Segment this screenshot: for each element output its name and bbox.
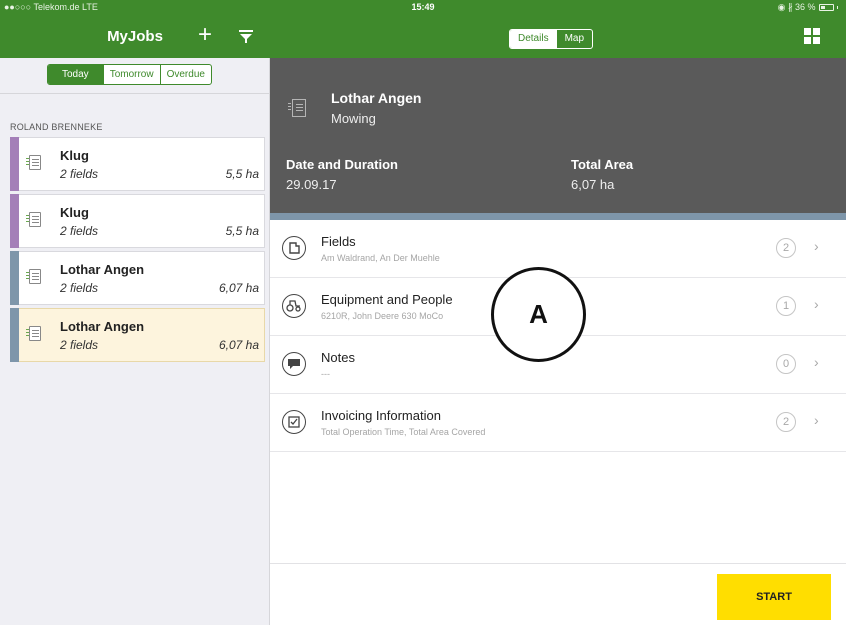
battery-label: ◉ ∦ 36 %	[777, 2, 816, 12]
clock: 15:49	[411, 2, 435, 12]
job-fields: 2 fields	[60, 167, 99, 181]
job-name: Lothar Angen	[60, 319, 145, 334]
chevron-right-icon: ›	[814, 354, 819, 370]
row-title: Notes	[321, 350, 355, 365]
row-subtitle: Total Operation Time, Total Area Covered	[321, 427, 486, 437]
row-title: Invoicing Information	[321, 408, 441, 423]
fields-row[interactable]: Fields Am Waldrand, An Der Muehle 2 ›	[270, 220, 846, 278]
job-color-stripe	[10, 137, 19, 191]
job-area: 5,5 ha	[225, 167, 259, 181]
job-fields: 2 fields	[60, 338, 99, 352]
job-name: Klug	[60, 205, 89, 220]
total-area-value: 6,07 ha	[571, 177, 615, 192]
left-nav-bar: MyJobs +	[0, 14, 270, 58]
status-bar: ●●○○○ Telekom.de LTE 15:49 ◉ ∦ 36 %	[0, 0, 846, 14]
document-icon	[26, 155, 41, 170]
row-subtitle: 6210R, John Deere 630 MoCo	[321, 311, 444, 321]
day-segmented-control: Today Tomorrow Overdue	[47, 64, 212, 85]
date-duration-value: 29.09.17	[286, 177, 337, 192]
job-name: Klug	[60, 148, 89, 163]
row-subtitle: ---	[321, 369, 330, 379]
job-name: Lothar Angen	[60, 262, 145, 277]
job-fields: 2 fields	[60, 281, 99, 295]
page-title: MyJobs	[107, 28, 163, 45]
filter-icon[interactable]	[239, 30, 253, 43]
job-area: 5,5 ha	[225, 224, 259, 238]
document-icon	[26, 269, 41, 284]
job-list-item-selected[interactable]: Lothar Angen 2 fields 6,07 ha	[10, 308, 265, 362]
job-area: 6,07 ha	[218, 281, 259, 295]
tab-tomorrow[interactable]: Tomorrow	[102, 65, 160, 84]
chevron-right-icon: ›	[814, 238, 819, 254]
tractor-icon	[282, 294, 306, 318]
row-count-badge: 2	[776, 238, 796, 258]
row-count-badge: 0	[776, 354, 796, 374]
tab-details[interactable]: Details	[510, 30, 557, 48]
divider	[270, 563, 846, 564]
job-list-item[interactable]: Klug 2 fields 5,5 ha	[10, 194, 265, 248]
battery-icon	[818, 4, 834, 11]
invoice-icon	[282, 410, 306, 434]
annotation-callout: A	[491, 267, 586, 362]
chevron-right-icon: ›	[814, 296, 819, 312]
job-color-stripe	[10, 251, 19, 305]
plus-icon[interactable]: +	[198, 23, 212, 47]
document-icon	[288, 99, 306, 117]
detail-operation: Mowing	[331, 111, 376, 126]
row-count-badge: 1	[776, 296, 796, 316]
row-count-badge: 2	[776, 412, 796, 432]
job-area: 6,07 ha	[218, 338, 259, 352]
date-duration-label: Date and Duration	[286, 157, 398, 172]
document-icon	[26, 212, 41, 227]
divider	[0, 93, 270, 94]
job-list-item[interactable]: Lothar Angen 2 fields 6,07 ha	[10, 251, 265, 305]
job-color-stripe	[10, 194, 19, 248]
row-title: Fields	[321, 234, 356, 249]
detail-job-name: Lothar Angen	[331, 90, 422, 106]
tab-map[interactable]: Map	[557, 30, 592, 48]
row-title: Equipment and People	[321, 292, 453, 307]
header-accent-band	[270, 213, 846, 220]
notes-icon	[282, 352, 306, 376]
invoicing-row[interactable]: Invoicing Information Total Operation Ti…	[270, 394, 846, 452]
tab-overdue[interactable]: Overdue	[159, 65, 211, 84]
row-subtitle: Am Waldrand, An Der Muehle	[321, 253, 440, 263]
chevron-right-icon: ›	[814, 412, 819, 428]
job-color-stripe	[10, 308, 19, 362]
job-detail-header: Lothar Angen Mowing Date and Duration 29…	[270, 58, 846, 213]
field-icon	[282, 236, 306, 260]
start-button[interactable]: START	[717, 574, 831, 620]
group-header: ROLAND BRENNEKE	[10, 122, 103, 132]
right-nav-bar: Details Map	[270, 14, 846, 58]
document-icon	[26, 326, 41, 341]
job-list-item[interactable]: Klug 2 fields 5,5 ha	[10, 137, 265, 191]
job-fields: 2 fields	[60, 224, 99, 238]
total-area-label: Total Area	[571, 157, 634, 172]
grid-icon[interactable]	[804, 28, 820, 44]
tab-today[interactable]: Today	[48, 65, 103, 84]
battery-indicator: ◉ ∦ 36 %	[778, 2, 838, 13]
view-segmented-control: Details Map	[509, 29, 594, 49]
